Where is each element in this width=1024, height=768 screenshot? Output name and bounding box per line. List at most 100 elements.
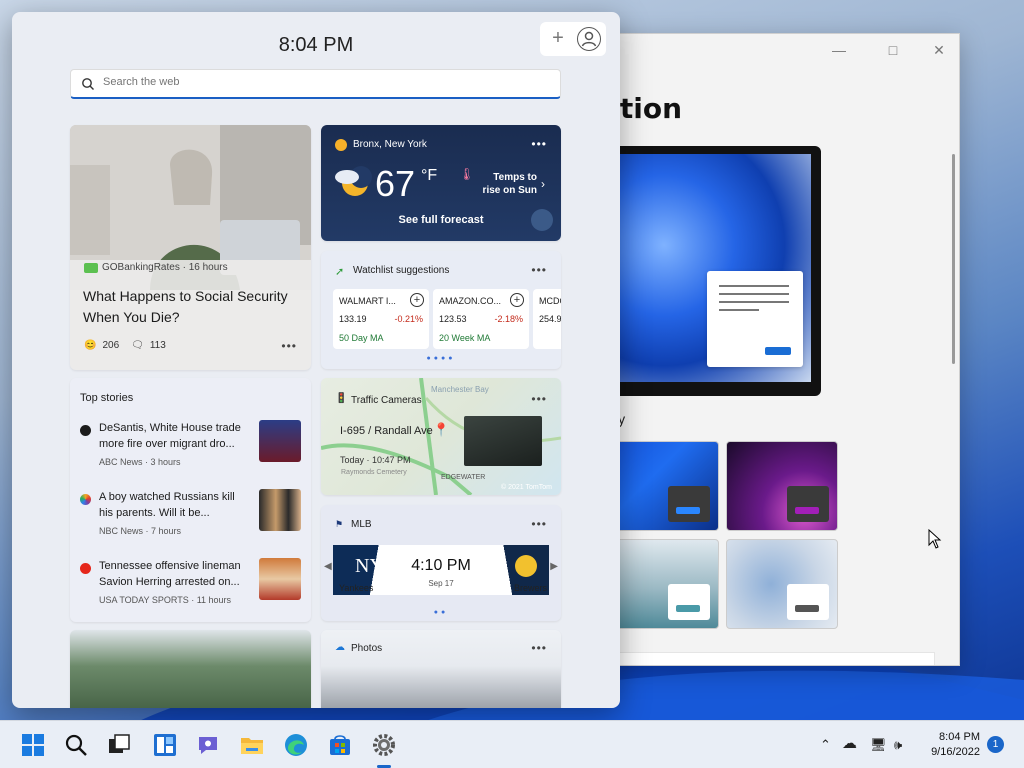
story-source: USA TODAY SPORTS · 11 hours xyxy=(99,595,232,605)
settings-titlebar: — □ ✕ xyxy=(601,34,959,66)
photo-card-forest[interactable] xyxy=(70,630,311,708)
microsoft-store-icon[interactable] xyxy=(328,733,352,757)
map-copyright: © 2021 TomTom xyxy=(501,484,552,491)
away-team: Brewers xyxy=(513,583,547,593)
widgets-icon[interactable] xyxy=(153,733,177,757)
weather-card[interactable]: Bronx, New York ••• 67 °F 🌡 Temps to ris… xyxy=(321,125,561,241)
mlb-more-icon[interactable]: ••• xyxy=(531,517,547,531)
stock-ma: 50 Day MA xyxy=(339,333,384,343)
prev-game-icon[interactable]: ◀ xyxy=(324,561,332,572)
stock-price: 133.19 xyxy=(339,314,367,324)
story-thumbnail xyxy=(259,489,301,531)
story-item[interactable]: DeSantis, White House trade more fire ov… xyxy=(80,420,301,476)
stock-tile[interactable]: WALMART I... + 133.19 -0.21% 50 Day MA xyxy=(333,289,429,349)
file-explorer-icon[interactable] xyxy=(240,733,264,757)
mlb-logo-icon: ⚑ xyxy=(335,519,344,529)
weather-more-icon[interactable]: ••• xyxy=(531,137,547,151)
map-pin-icon: 📍 xyxy=(433,422,450,437)
add-widget-icon[interactable]: + xyxy=(548,28,568,48)
chevron-right-icon[interactable]: › xyxy=(541,177,545,191)
story-item[interactable]: Tennessee offensive lineman Savion Herri… xyxy=(80,558,301,614)
news-source-label: GOBankingRates · 16 hours xyxy=(102,262,228,273)
theme-preview xyxy=(601,146,821,396)
traffic-more-icon[interactable]: ••• xyxy=(531,392,547,406)
settings-gear-icon[interactable] xyxy=(372,733,396,757)
news-more-icon[interactable]: ••• xyxy=(281,339,297,353)
story-title: DeSantis, White House trade more fire ov… xyxy=(99,422,241,450)
teams-chat-icon[interactable] xyxy=(196,733,220,757)
settings-bottom-row[interactable] xyxy=(611,652,935,665)
close-button[interactable]: ✕ xyxy=(929,40,949,60)
web-search-box[interactable] xyxy=(70,69,561,99)
reaction-count: 206 xyxy=(102,340,120,351)
widgets-panel: 8:04 PM + GOBankingRates · 16 hours xyxy=(12,12,620,708)
settings-window: — □ ✕ ation ly xyxy=(600,33,960,666)
story-item[interactable]: A boy watched Russians kill his parents.… xyxy=(80,489,301,545)
chevron-up-icon[interactable]: ⌃ xyxy=(820,737,831,753)
traffic-time: Today · 10:47 PM xyxy=(340,455,411,465)
weather-tip: Temps to rise on Sun xyxy=(482,172,537,196)
trend-up-icon: ➚ xyxy=(335,266,345,278)
clock-time: 8:04 PM xyxy=(939,731,980,743)
theme-glow[interactable] xyxy=(726,441,838,531)
minimize-button[interactable]: — xyxy=(829,40,849,60)
story-title: A boy watched Russians kill his parents.… xyxy=(99,491,235,519)
news-headline[interactable]: What Happens to Social Security When You… xyxy=(83,286,301,328)
story-source: NBC News · 7 hours xyxy=(99,526,182,536)
search-icon[interactable] xyxy=(64,733,88,757)
watchlist-more-icon[interactable]: ••• xyxy=(531,263,547,277)
onedrive-cloud-icon[interactable]: ☁ xyxy=(842,734,857,752)
volume-icon[interactable]: 🕪 xyxy=(894,737,902,753)
theme-captured-motion[interactable] xyxy=(607,539,719,629)
network-icon[interactable]: 🖥 xyxy=(870,737,887,753)
news-card[interactable]: GOBankingRates · 16 hours What Happens t… xyxy=(70,125,311,370)
system-clock[interactable]: 8:04 PM 9/16/2022 xyxy=(931,730,980,760)
task-view-icon[interactable] xyxy=(107,733,131,757)
svg-text:Manchester Bay: Manchester Bay xyxy=(431,385,489,394)
search-input[interactable] xyxy=(103,76,543,88)
comment-icon[interactable]: 🗨 xyxy=(131,340,144,351)
widgets-clock: 8:04 PM xyxy=(278,34,354,56)
add-stock-icon[interactable]: + xyxy=(410,293,424,307)
mlb-card[interactable]: ⚑ MLB ••• ◀ ▶ NY 4:10 PM Sep 17 Yankees … xyxy=(321,505,561,621)
mouse-cursor-icon xyxy=(928,529,942,549)
traffic-light-icon: 🚦 xyxy=(335,393,348,404)
start-windows-icon[interactable] xyxy=(21,733,45,757)
top-stories-title: Top stories xyxy=(80,392,134,404)
thermometer-icon: 🌡 xyxy=(459,167,475,181)
widgets-header-buttons: + xyxy=(540,22,606,56)
see-forecast-link[interactable]: See full forecast xyxy=(321,214,561,226)
game-time: 4:10 PM xyxy=(411,557,471,574)
story-thumbnail xyxy=(259,558,301,600)
moon-cloud-icon xyxy=(335,166,372,196)
settings-scrollbar[interactable] xyxy=(952,154,955,364)
account-avatar-icon[interactable] xyxy=(577,27,601,51)
theme-flow[interactable] xyxy=(726,539,838,629)
top-stories-card: Top stories DeSantis, White House trade … xyxy=(70,378,311,622)
news-reactions: 😊 206 🗨 113 xyxy=(84,340,166,351)
edge-browser-icon[interactable] xyxy=(284,733,308,757)
add-stock-icon[interactable]: + xyxy=(510,293,524,307)
weather-provider-icon xyxy=(531,209,553,231)
notification-badge[interactable]: 1 xyxy=(987,736,1004,753)
maximize-button[interactable]: □ xyxy=(883,40,903,60)
reaction-emoji-icon[interactable]: 😊 xyxy=(84,340,96,351)
mlb-title: MLB xyxy=(351,519,372,530)
photos-title: Photos xyxy=(351,643,383,654)
story-title: Tennessee offensive lineman Savion Herri… xyxy=(99,560,241,588)
theme-windows-light[interactable] xyxy=(607,441,719,531)
stock-tile[interactable]: MCDO 254.9 xyxy=(533,289,561,349)
news-source: GOBankingRates · 16 hours xyxy=(84,262,228,273)
stock-tile[interactable]: AMAZON.CO... + 123.53 -2.18% 20 Week MA xyxy=(433,289,529,349)
next-game-icon[interactable]: ▶ xyxy=(550,561,558,572)
traffic-card[interactable]: Manchester Bay Raymonds Cemetery EDGEWAT… xyxy=(321,378,561,495)
mlb-pager[interactable]: ●● xyxy=(321,609,561,616)
photos-more-icon[interactable]: ••• xyxy=(531,641,547,655)
weather-temp: 67 xyxy=(375,163,416,204)
watchlist-card[interactable]: ➚ Watchlist suggestions ••• WALMART I...… xyxy=(321,251,561,369)
stock-ma: 20 Week MA xyxy=(439,333,491,343)
photos-card[interactable]: ☁ Photos ••• xyxy=(321,630,561,708)
stock-name: AMAZON.CO... xyxy=(439,296,502,306)
watchlist-pager[interactable]: ●●●● xyxy=(321,355,561,362)
traffic-camera-image[interactable] xyxy=(464,416,542,466)
